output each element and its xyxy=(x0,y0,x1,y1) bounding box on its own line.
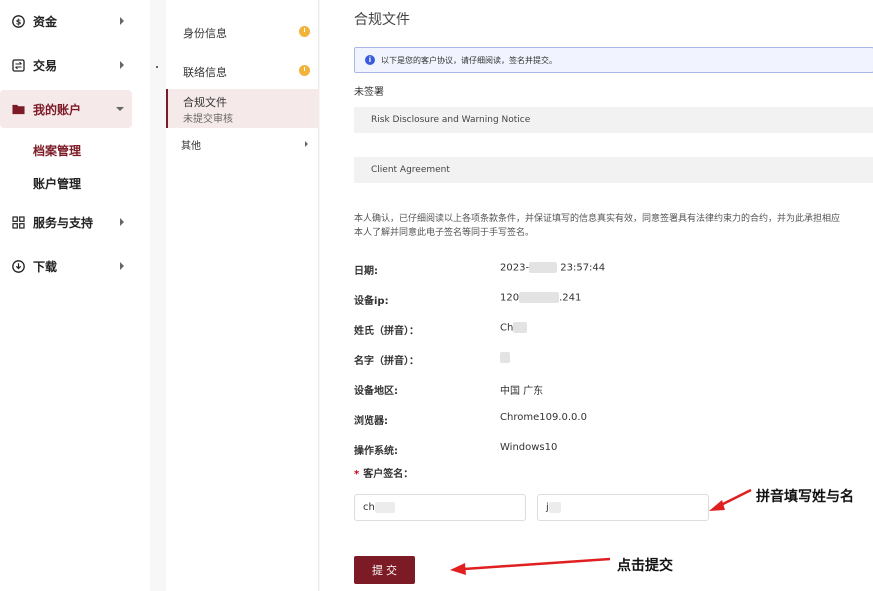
unsigned-heading: 未签署 xyxy=(354,87,384,98)
nav-sub-profile-management[interactable]: 档案管理 xyxy=(33,142,81,159)
pending-clock-icon xyxy=(299,65,310,76)
region-value: 中国 广东 xyxy=(500,386,544,397)
info-text: 以下是您的客户协议，请仔细阅读，签名并提交。 xyxy=(381,55,557,65)
signature-surname-value: ch xyxy=(363,502,375,513)
nav-item-service-support[interactable]: 服务与支持 xyxy=(0,203,132,241)
folder-icon xyxy=(12,103,25,116)
doc-client-agreement[interactable]: Client Agreement xyxy=(354,157,873,183)
given-name-label: 名字（拼音）： xyxy=(354,356,419,367)
browser-label: 浏览器: xyxy=(354,416,388,427)
page-title: 合规文件 xyxy=(354,12,410,28)
date-label: 日期: xyxy=(354,266,378,277)
compliance-content: 合规文件 i 以下是您的客户协议，请仔细阅读，签名并提交。 未签署 Risk D… xyxy=(320,0,873,591)
os-label: 操作系统: xyxy=(354,446,398,457)
exchange-icon xyxy=(12,58,25,72)
section-compliance[interactable]: 合规文件 xyxy=(183,94,227,110)
date-value: 2023- 23:57:44 xyxy=(500,262,605,274)
doc-label: Client Agreement xyxy=(371,165,450,175)
nav-item-label: 下载 xyxy=(33,259,58,274)
date-prefix: 2023- xyxy=(500,262,530,274)
consent-text: 本人确认，已仔细阅读以上各项条款条件，并保证填写的信息真实有效，同意签署具有法律… xyxy=(354,212,873,240)
nav-item-my-account[interactable]: 我的账户 xyxy=(0,90,132,128)
chevron-right-icon xyxy=(305,141,308,147)
signature-given-input[interactable]: j xyxy=(537,494,709,521)
date-suffix: 23:57:44 xyxy=(557,262,606,274)
doc-label: Risk Disclosure and Warning Notice xyxy=(371,115,531,125)
nav-item-funds[interactable]: $ 资金 xyxy=(0,2,132,40)
section-identity[interactable]: 身份信息 xyxy=(183,25,227,41)
ip-prefix: 120 xyxy=(500,292,520,304)
ip-value: 120 .241 xyxy=(500,292,581,304)
section-compliance-status: 未提交审核 xyxy=(183,114,233,125)
surname-label: 姓氏（拼音）： xyxy=(354,326,419,337)
chevron-right-icon xyxy=(120,17,124,25)
given-name-value xyxy=(500,352,510,364)
redacted-mask xyxy=(513,322,528,333)
nav-item-download[interactable]: 下载 xyxy=(0,247,132,285)
dollar-circle-icon: $ xyxy=(12,14,25,28)
annotation-click-note: 点击提交 xyxy=(617,558,673,574)
pending-clock-icon xyxy=(299,26,310,37)
redacted-mask xyxy=(529,262,558,273)
info-banner: i 以下是您的客户协议，请仔细阅读，签名并提交。 xyxy=(354,47,873,73)
os-value: Windows10 xyxy=(500,442,558,453)
ip-suffix: .241 xyxy=(559,292,582,304)
section-other[interactable]: 其他 xyxy=(181,137,201,152)
surname-prefix: Ch xyxy=(500,322,514,334)
signature-label-text: 客户签名： xyxy=(363,469,414,480)
signature-surname-input[interactable]: ch xyxy=(354,494,526,521)
signature-label: * 客户签名： xyxy=(354,465,413,480)
annotation-pinyin-note: 拼音填写姓与名 xyxy=(756,489,854,505)
required-mark: * xyxy=(354,469,360,480)
surname-value: Ch xyxy=(500,322,528,334)
chevron-right-icon xyxy=(120,262,124,270)
grid-icon xyxy=(12,215,25,229)
info-icon: i xyxy=(365,55,375,65)
nav-item-label: 资金 xyxy=(33,14,58,29)
doc-risk-disclosure[interactable]: Risk Disclosure and Warning Notice xyxy=(354,107,873,133)
browser-value: Chrome109.0.0.0 xyxy=(500,412,587,423)
nav-sub-account-management[interactable]: 账户管理 xyxy=(33,175,81,192)
nav-item-label: 服务与支持 xyxy=(33,215,94,230)
ip-label: 设备ip: xyxy=(354,296,389,307)
submit-button[interactable]: 提 交 xyxy=(354,556,415,584)
redacted-mask xyxy=(519,292,560,303)
svg-text:$: $ xyxy=(16,17,22,26)
consent-line-1: 本人确认，已仔细阅读以上各项条款条件，并保证填写的信息真实有效，同意签署具有法律… xyxy=(354,214,841,224)
nav-item-label: 交易 xyxy=(33,58,58,73)
region-label: 设备地区: xyxy=(354,386,398,397)
chevron-right-icon xyxy=(120,61,124,69)
redacted-mask xyxy=(374,502,395,513)
bullet-dot xyxy=(156,66,158,68)
redacted-mask xyxy=(500,352,510,363)
annotation-arrow-pinyin xyxy=(709,488,752,511)
download-icon xyxy=(12,259,25,273)
chevron-down-icon xyxy=(116,107,124,111)
left-nav: $ 资金 交易 我的账户 档案管理 账户管理 服务与支持 下载 xyxy=(0,0,150,591)
nav-item-label: 我的账户 xyxy=(33,102,82,117)
annotation-arrow-submit xyxy=(450,557,611,575)
nav-item-trade[interactable]: 交易 xyxy=(0,46,132,84)
consent-line-2: 本人了解并同意此电子签名等同于手写签名。 xyxy=(354,228,535,238)
section-contact[interactable]: 联络信息 xyxy=(183,64,227,80)
chevron-right-icon xyxy=(120,218,124,226)
redacted-mask xyxy=(548,502,561,513)
